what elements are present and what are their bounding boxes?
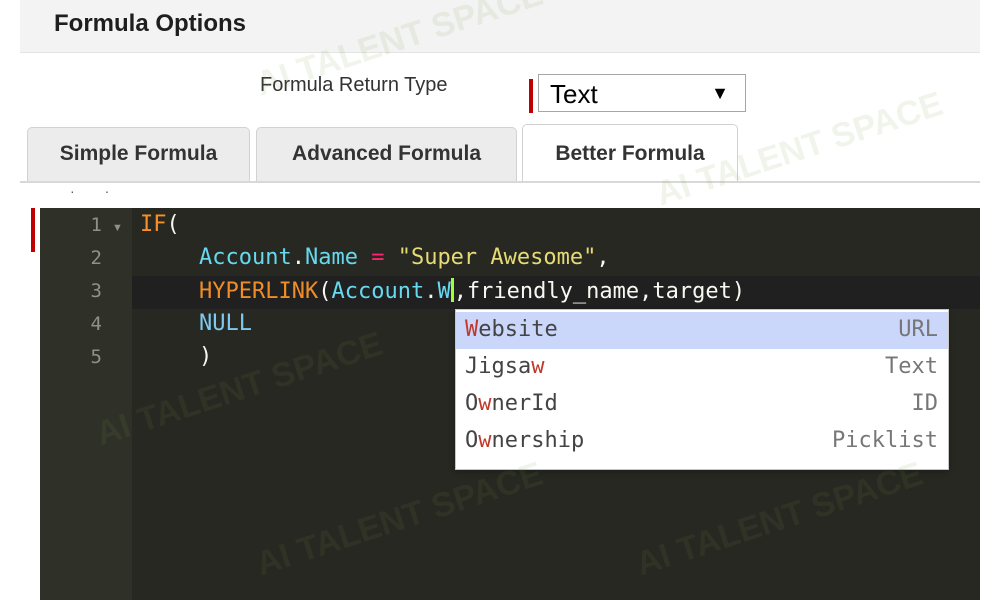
code-line-5[interactable]: ) — [199, 344, 212, 369]
string-literal: "Super Awesome" — [397, 245, 597, 270]
function-hyperlink: HYPERLINK — [199, 279, 319, 304]
autocomplete-popup: Website URL Jigsaw Text OwnerId ID Owner… — [455, 309, 949, 470]
tab-simple-formula[interactable]: Simple Formula — [27, 127, 250, 182]
close-paren: ) — [199, 344, 213, 369]
formula-options-header: Formula Options — [20, 0, 980, 53]
fold-arrow-icon[interactable]: ▼ — [112, 222, 123, 234]
tab-label: Better Formula — [555, 142, 705, 165]
suggestion-type: URL — [898, 317, 938, 342]
suggestion-website[interactable]: Website URL — [456, 312, 948, 349]
suggestion-jigsaw[interactable]: Jigsaw Text — [456, 349, 948, 386]
field-name: Name — [304, 245, 358, 270]
typed-text: W — [437, 279, 451, 304]
suggestion-name: OwnerId — [465, 391, 558, 416]
code-line-3[interactable]: HYPERLINK(Account.W ,friendly_name,target… — [199, 278, 745, 304]
tab-label: Simple Formula — [59, 142, 218, 165]
suggestion-ownerid[interactable]: OwnerId ID — [456, 386, 948, 423]
return-type-select[interactable]: Text ▼ — [538, 74, 746, 112]
tab-better-formula[interactable]: Better Formula — [522, 124, 738, 182]
operator-equals: = — [357, 245, 398, 270]
dot: . — [291, 245, 305, 270]
tab-advanced-formula[interactable]: Advanced Formula — [256, 127, 517, 182]
comma: , — [596, 245, 610, 270]
suggestion-name: Jigsaw — [465, 354, 545, 379]
suggestion-ownership[interactable]: Ownership Picklist — [456, 423, 948, 460]
tab-divider — [20, 181, 980, 183]
editor-required-indicator — [31, 208, 35, 252]
code-line-4[interactable]: NULL — [199, 311, 252, 336]
suggestion-type: Text — [885, 354, 938, 379]
line-number: 1 — [90, 214, 102, 236]
suggestion-type: ID — [911, 391, 939, 416]
code-line-1[interactable]: IF( — [140, 212, 180, 237]
line-number: 5 — [90, 346, 102, 368]
suggestion-name: Website — [465, 317, 558, 342]
object-account: Account — [199, 245, 292, 270]
line-number: 4 — [90, 313, 102, 335]
dropdown-arrow-icon: ▼ — [711, 83, 729, 103]
return-type-label: Formula Return Type — [260, 74, 448, 96]
line-number-gutter: ▼ 1 2 3 4 5 — [40, 208, 132, 600]
object-account: Account — [331, 279, 425, 304]
toolbar-dots: ·· — [70, 183, 140, 199]
code-line-2[interactable]: Account.Name = "Super Awesome", — [199, 245, 610, 270]
required-indicator — [529, 79, 533, 113]
open-paren: ( — [318, 279, 332, 304]
line-number: 3 — [90, 280, 102, 302]
line-number: 2 — [90, 247, 102, 269]
keyword-if: IF — [140, 212, 167, 237]
suggestion-name: Ownership — [465, 428, 585, 453]
open-paren: ( — [166, 212, 180, 237]
null-keyword: NULL — [199, 311, 252, 336]
section-title: Formula Options — [54, 10, 246, 37]
tab-label: Advanced Formula — [291, 142, 482, 165]
arguments-text: ,friendly_name,target) — [453, 279, 746, 304]
return-type-value: Text — [550, 79, 598, 109]
dot: . — [424, 279, 438, 304]
suggestion-type: Picklist — [832, 428, 938, 453]
